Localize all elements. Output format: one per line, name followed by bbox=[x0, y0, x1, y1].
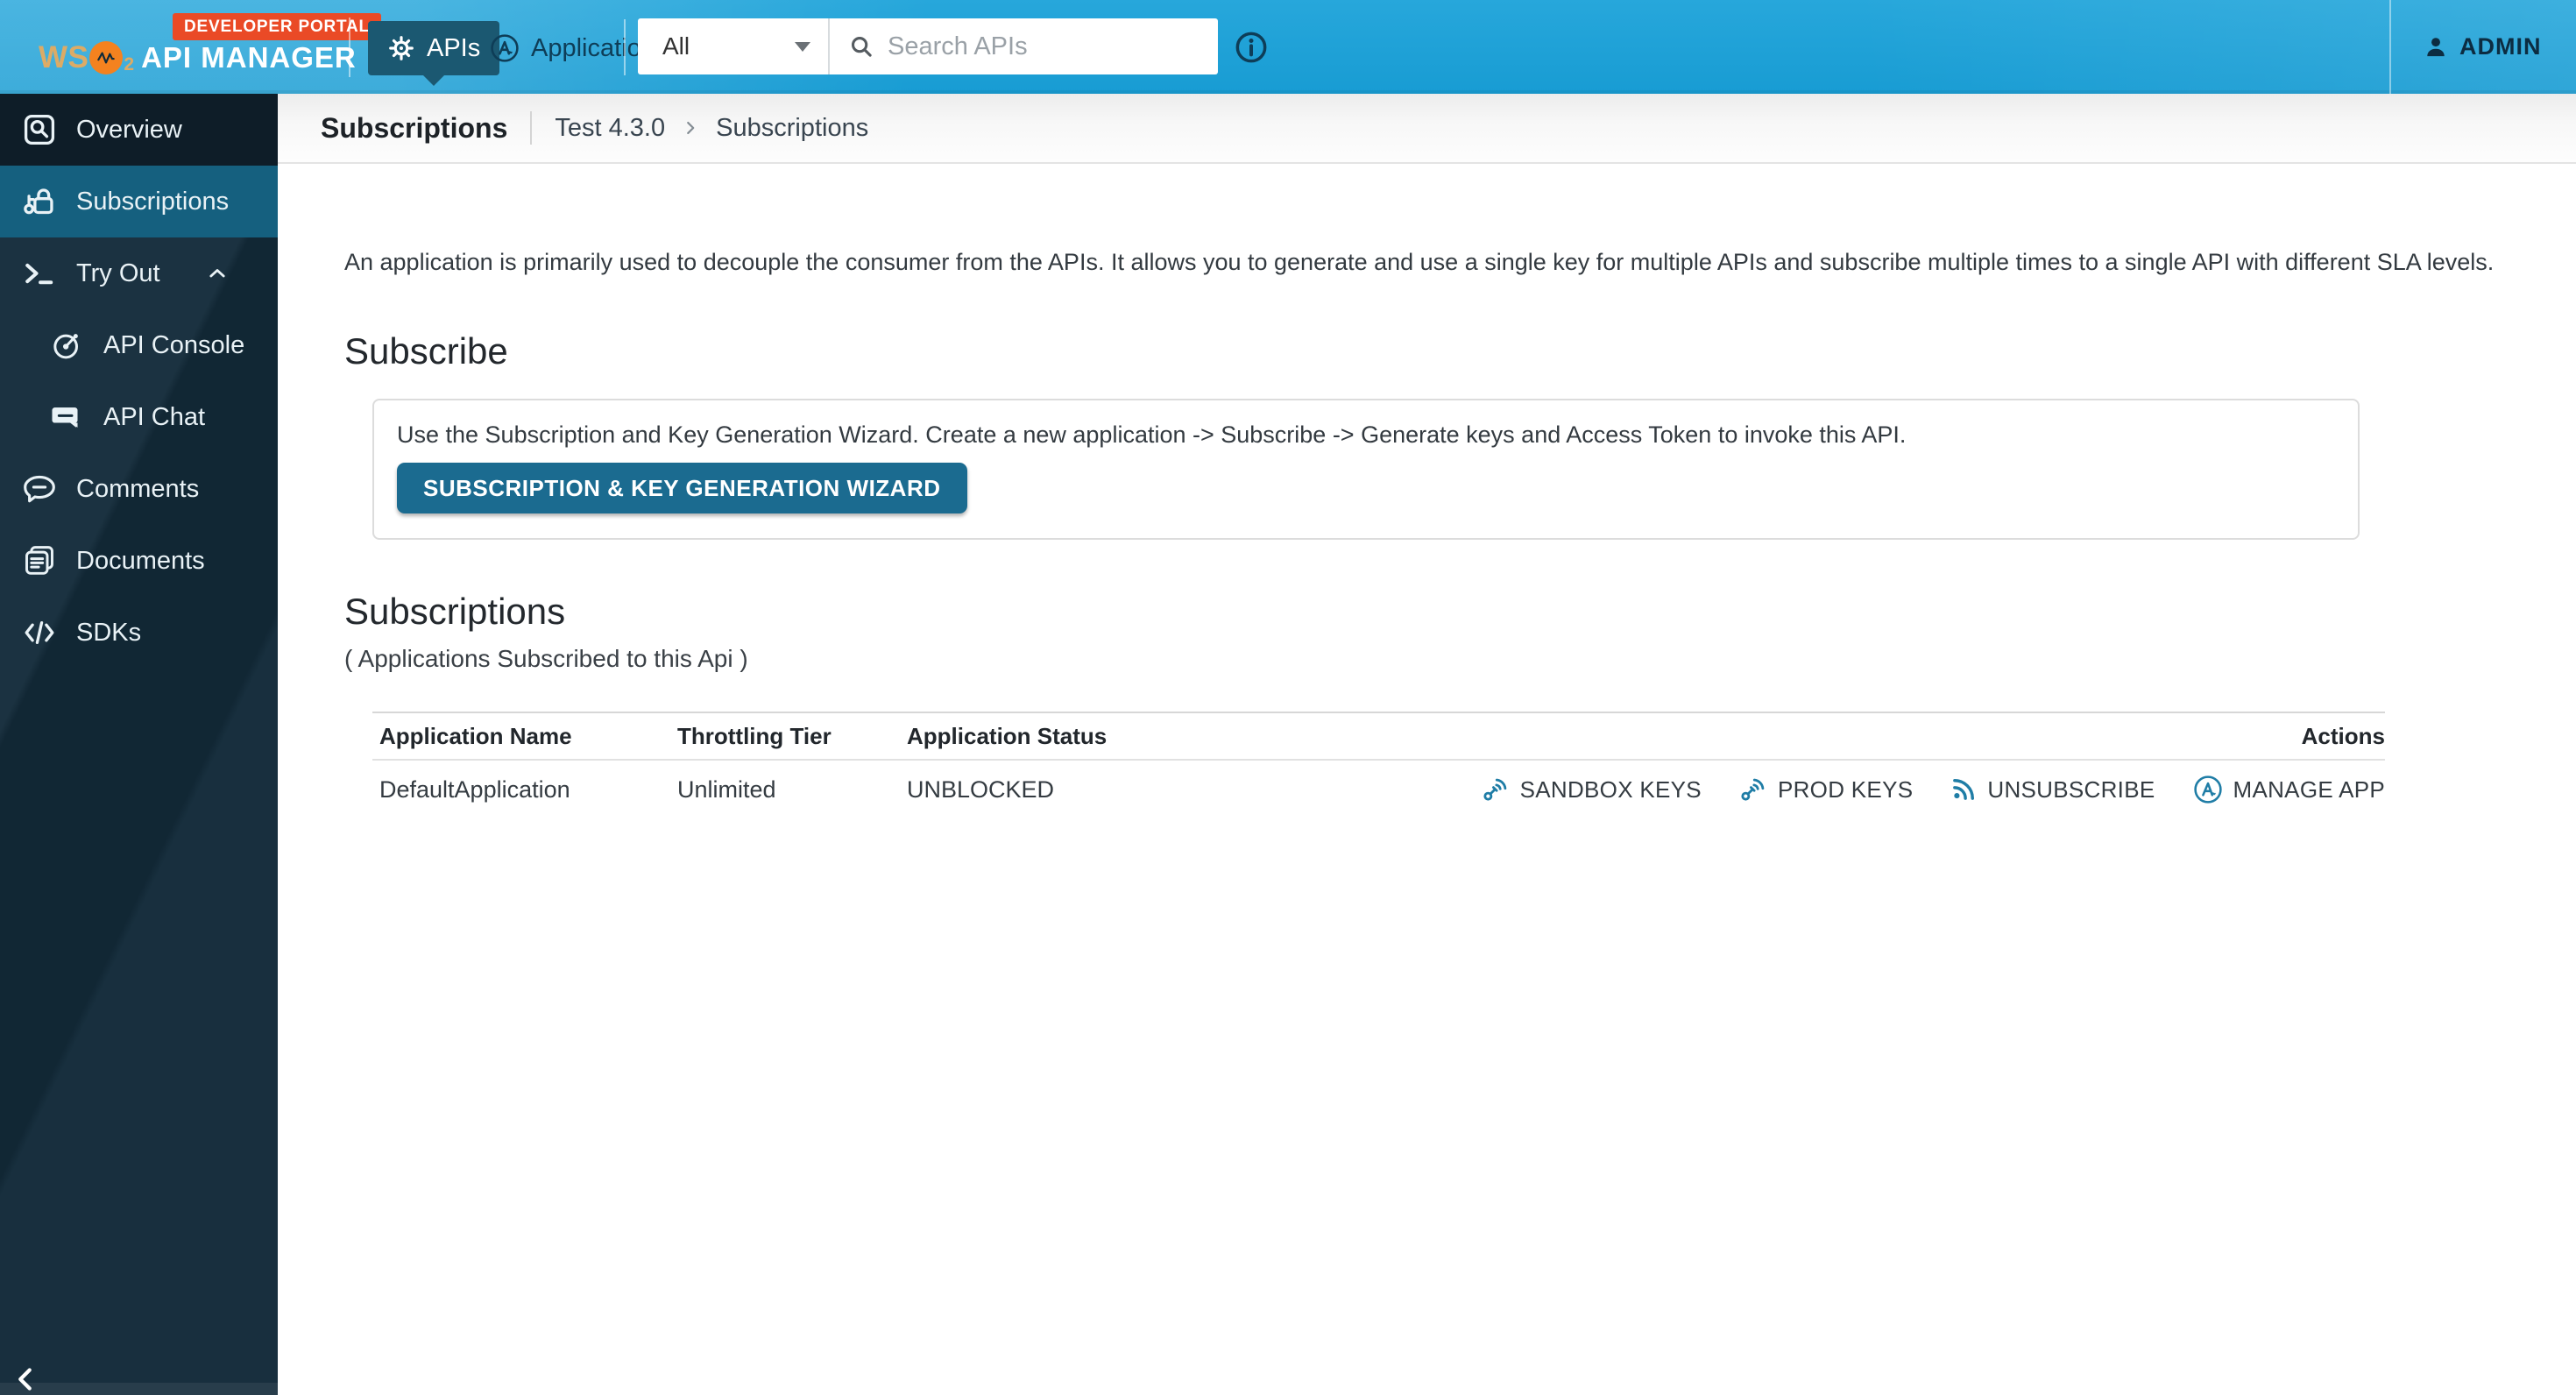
sidebar-item-label: API Console bbox=[103, 331, 244, 360]
sidebar-item-label: Overview bbox=[76, 116, 182, 145]
sidebar-item-label: Try Out bbox=[76, 259, 160, 288]
manage-app-button[interactable]: MANAGE APP bbox=[2192, 774, 2386, 805]
subscription-wizard-panel: Use the Subscription and Key Generation … bbox=[372, 399, 2360, 540]
api-description: An application is primarily used to deco… bbox=[344, 249, 2576, 276]
application-circle-icon bbox=[2192, 774, 2224, 805]
info-icon[interactable] bbox=[1234, 30, 1269, 65]
sidebar-item-documents[interactable]: Documents bbox=[0, 525, 278, 597]
column-header-application-status: Application Status bbox=[907, 723, 1398, 750]
row-actions: SANDBOX KEYS PROD KEYS bbox=[1398, 774, 2385, 805]
cell-application-status: UNBLOCKED bbox=[907, 776, 1398, 804]
table-header-row: Application Name Throttling Tier Applica… bbox=[372, 712, 2385, 761]
wizard-hint-text: Use the Subscription and Key Generation … bbox=[397, 421, 2335, 449]
action-label: UNSUBSCRIBE bbox=[1987, 776, 2155, 804]
search-input[interactable] bbox=[888, 32, 1218, 61]
sidebar-item-label: SDKs bbox=[76, 619, 141, 648]
logo-ws-text: WS bbox=[39, 40, 88, 75]
subscriptions-heading: Subscriptions bbox=[344, 591, 2576, 633]
sidebar-item-api-chat[interactable]: API Chat bbox=[0, 381, 278, 453]
chevron-right-icon bbox=[681, 118, 700, 138]
page-header: Subscriptions Test 4.3.0 Subscriptions bbox=[278, 94, 2576, 164]
user-menu[interactable]: ADMIN bbox=[2422, 0, 2542, 94]
subscriptions-caption: ( Applications Subscribed to this Api ) bbox=[344, 645, 2576, 673]
api-search-control: All bbox=[638, 18, 1218, 74]
main-content: Subscriptions Test 4.3.0 Subscriptions A… bbox=[278, 94, 2576, 1395]
comment-icon bbox=[20, 470, 59, 508]
wso2-orb-icon bbox=[89, 41, 123, 74]
logo-divider bbox=[349, 18, 350, 77]
person-icon bbox=[2422, 33, 2450, 61]
subscription-wizard-button[interactable]: SUBSCRIPTION & KEY GENERATION WIZARD bbox=[397, 463, 967, 513]
code-icon bbox=[20, 613, 59, 652]
logo-product-text: API MANAGER bbox=[141, 41, 357, 74]
sidebar-item-label: Comments bbox=[76, 475, 199, 504]
sidebar-item-label: API Chat bbox=[103, 403, 205, 432]
subscriptions-icon bbox=[20, 182, 59, 221]
admin-divider bbox=[2389, 0, 2391, 94]
sidebar-item-overview[interactable]: Overview bbox=[0, 94, 278, 166]
chat-icon bbox=[49, 400, 84, 435]
page-title: Subscriptions bbox=[321, 112, 507, 145]
api-console-icon bbox=[49, 328, 84, 363]
chevron-down-icon bbox=[795, 42, 810, 52]
column-header-actions: Actions bbox=[1398, 723, 2385, 750]
breadcrumb-current: Subscriptions bbox=[716, 114, 868, 143]
sidebar-item-sdks[interactable]: SDKs bbox=[0, 597, 278, 669]
title-divider bbox=[530, 111, 532, 145]
column-header-application-name: Application Name bbox=[372, 723, 677, 750]
nav-divider bbox=[624, 19, 626, 75]
key-signal-icon bbox=[1738, 775, 1768, 804]
logo-subscript: 2 bbox=[124, 54, 134, 75]
table-row: DefaultApplication Unlimited UNBLOCKED bbox=[372, 761, 2385, 818]
sidebar-item-label: Documents bbox=[76, 547, 205, 576]
unsubscribe-button[interactable]: UNSUBSCRIBE bbox=[1950, 775, 2155, 804]
cell-application-name: DefaultApplication bbox=[372, 776, 677, 804]
sidebar-item-comments[interactable]: Comments bbox=[0, 453, 278, 525]
action-label: SANDBOX KEYS bbox=[1520, 776, 1702, 804]
subscriptions-table: Application Name Throttling Tier Applica… bbox=[372, 712, 2385, 818]
gear-icon bbox=[387, 34, 415, 62]
rss-icon bbox=[1950, 775, 1978, 804]
search-scope-select[interactable]: All bbox=[638, 18, 828, 74]
sidebar-item-label: Subscriptions bbox=[76, 188, 229, 216]
subscribe-heading: Subscribe bbox=[344, 330, 2576, 372]
top-bar: DEVELOPER PORTAL WS 2 API MANAGER APIs A… bbox=[0, 0, 2576, 94]
column-header-throttling-tier: Throttling Tier bbox=[677, 723, 907, 750]
action-label: MANAGE APP bbox=[2233, 776, 2386, 804]
overview-icon bbox=[20, 110, 59, 149]
terminal-icon bbox=[20, 254, 59, 293]
nav-apis-label: APIs bbox=[427, 34, 480, 63]
wso2-api-manager-logo[interactable]: WS 2 API MANAGER bbox=[39, 40, 357, 75]
search-box bbox=[830, 18, 1218, 74]
key-signal-icon bbox=[1481, 775, 1511, 804]
sidebar-item-try-out[interactable]: Try Out bbox=[0, 237, 278, 309]
search-scope-value: All bbox=[662, 32, 795, 60]
sidebar-item-subscriptions[interactable]: Subscriptions bbox=[0, 166, 278, 237]
action-label: PROD KEYS bbox=[1778, 776, 1913, 804]
cell-throttling-tier: Unlimited bbox=[677, 776, 907, 804]
left-sidebar: Overview Subscriptions Try Out bbox=[0, 94, 278, 1395]
applications-icon bbox=[489, 32, 520, 64]
documents-icon bbox=[20, 542, 59, 580]
search-icon bbox=[847, 32, 875, 60]
breadcrumb-api[interactable]: Test 4.3.0 bbox=[555, 114, 665, 143]
chevron-up-icon[interactable] bbox=[204, 260, 230, 287]
sandbox-keys-button[interactable]: SANDBOX KEYS bbox=[1481, 775, 1702, 804]
sidebar-item-api-console[interactable]: API Console bbox=[0, 309, 278, 381]
user-name: ADMIN bbox=[2459, 33, 2542, 60]
nav-tab-apis[interactable]: APIs bbox=[368, 21, 499, 75]
prod-keys-button[interactable]: PROD KEYS bbox=[1738, 775, 1913, 804]
sidebar-footer-strip bbox=[0, 1383, 278, 1395]
